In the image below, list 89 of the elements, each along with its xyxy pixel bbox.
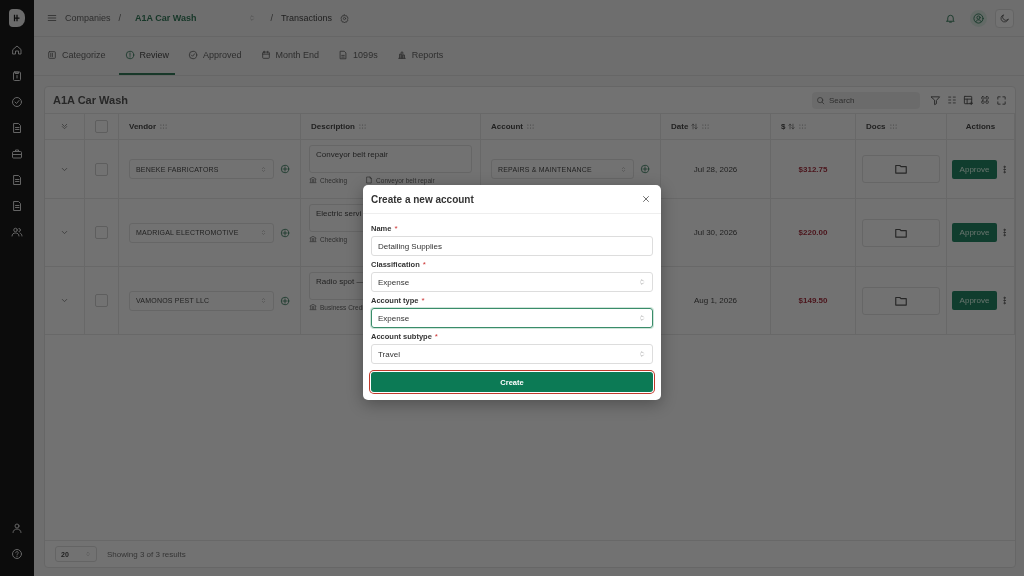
required-mark: * bbox=[394, 224, 398, 233]
fullscreen-icon[interactable] bbox=[996, 94, 1007, 106]
amount-cell: $149.50 bbox=[798, 296, 828, 305]
breadcrumb-separator: / bbox=[270, 13, 273, 23]
theme-toggle-button[interactable] bbox=[995, 8, 1014, 28]
settings-icon[interactable] bbox=[340, 13, 350, 23]
breadcrumb-separator: / bbox=[118, 13, 122, 23]
approve-button[interactable]: Approve bbox=[951, 291, 998, 310]
document-icon[interactable] bbox=[11, 174, 23, 186]
input-field[interactable]: Detailing Supplies bbox=[371, 236, 653, 256]
updown-icon bbox=[638, 350, 646, 358]
menu-icon[interactable] bbox=[47, 13, 57, 23]
tab[interactable]: Categorize bbox=[41, 37, 112, 75]
user-circle-icon bbox=[973, 12, 984, 24]
approve-button[interactable]: Approve bbox=[951, 159, 998, 179]
tab[interactable]: Approved bbox=[182, 37, 248, 75]
select-field[interactable]: Expense bbox=[371, 308, 653, 328]
updown-icon bbox=[638, 314, 646, 322]
add-vendor-icon[interactable] bbox=[280, 295, 290, 306]
date-cell: Aug 1, 2026 bbox=[693, 296, 738, 305]
help-icon[interactable] bbox=[11, 548, 23, 560]
column-header[interactable]: Vendor bbox=[119, 114, 301, 139]
column-header[interactable]: Account bbox=[481, 114, 661, 139]
breadcrumb-link[interactable]: Companies bbox=[65, 13, 111, 23]
user-icon[interactable] bbox=[11, 522, 23, 534]
date-cell: Jul 28, 2026 bbox=[693, 164, 738, 174]
tab-icon bbox=[260, 50, 271, 60]
tab-icon bbox=[124, 50, 135, 60]
date-cell: Jul 30, 2026 bbox=[693, 228, 738, 237]
documents-button[interactable] bbox=[862, 218, 940, 247]
briefcase-icon[interactable] bbox=[11, 148, 23, 160]
columns-icon[interactable] bbox=[947, 95, 957, 105]
tab[interactable]: 1099s bbox=[332, 37, 384, 75]
expand-icon[interactable] bbox=[60, 296, 69, 305]
table-title: A1A Car Wash bbox=[53, 94, 129, 106]
approve-button[interactable]: Approve bbox=[951, 223, 998, 242]
add-vendor-icon[interactable] bbox=[280, 227, 290, 238]
clipboard-icon[interactable] bbox=[11, 70, 23, 82]
tab-icon bbox=[47, 50, 57, 60]
select-field[interactable]: Travel bbox=[371, 344, 653, 364]
bell-icon[interactable] bbox=[945, 12, 956, 24]
amount-cell: $220.00 bbox=[798, 228, 828, 237]
modal-title: Create a new account bbox=[371, 193, 474, 205]
select-field[interactable]: Expense bbox=[371, 272, 653, 292]
file-icon bbox=[365, 176, 374, 184]
add-table-icon[interactable] bbox=[963, 94, 974, 106]
home-icon[interactable] bbox=[11, 44, 23, 56]
check-circle-icon[interactable] bbox=[11, 96, 23, 108]
add-account-icon[interactable] bbox=[640, 164, 650, 174]
required-mark: * bbox=[421, 296, 425, 305]
column-header[interactable]: Docs bbox=[856, 114, 947, 139]
company-select[interactable]: A1A Car Wash bbox=[129, 10, 263, 26]
users-icon[interactable] bbox=[11, 226, 23, 238]
amount-cell: $312.75 bbox=[798, 164, 828, 174]
documents-button[interactable] bbox=[862, 155, 940, 183]
column-header[interactable]: Description bbox=[301, 114, 481, 139]
required-mark: * bbox=[434, 332, 438, 341]
sort-icon[interactable] bbox=[788, 123, 796, 130]
column-header[interactable]: Date bbox=[661, 114, 771, 139]
tab-icon bbox=[188, 50, 199, 60]
expand-icon[interactable] bbox=[60, 228, 69, 237]
tab[interactable]: Month End bbox=[254, 37, 326, 75]
logo-icon bbox=[9, 9, 25, 27]
moon-icon bbox=[999, 12, 1010, 24]
close-icon[interactable] bbox=[641, 194, 651, 204]
add-vendor-icon[interactable] bbox=[280, 164, 290, 174]
search-icon bbox=[816, 95, 825, 105]
sort-icon[interactable] bbox=[691, 123, 699, 130]
expand-all-icon[interactable] bbox=[60, 122, 69, 131]
description-field[interactable]: Conveyor belt repair bbox=[309, 145, 472, 173]
document-icon[interactable] bbox=[11, 122, 23, 134]
tab-icon bbox=[396, 50, 407, 60]
bank-icon bbox=[309, 176, 317, 184]
updown-icon bbox=[638, 278, 646, 286]
required-mark: * bbox=[422, 260, 426, 269]
tab-icon bbox=[338, 50, 349, 60]
grid-icon[interactable] bbox=[980, 95, 990, 105]
column-header[interactable]: $ bbox=[771, 114, 856, 139]
tab[interactable]: Review bbox=[118, 37, 176, 75]
documents-button[interactable] bbox=[862, 286, 940, 315]
column-header[interactable]: Actions bbox=[947, 114, 1015, 139]
folder-icon bbox=[894, 162, 908, 176]
bank-icon bbox=[309, 303, 317, 311]
document-icon[interactable] bbox=[11, 200, 23, 212]
bank-icon bbox=[309, 235, 317, 243]
page-title: Transactions bbox=[280, 13, 333, 23]
filter-icon[interactable] bbox=[930, 94, 941, 106]
user-avatar-button[interactable] bbox=[970, 9, 987, 27]
tab[interactable]: Reports bbox=[390, 37, 450, 75]
